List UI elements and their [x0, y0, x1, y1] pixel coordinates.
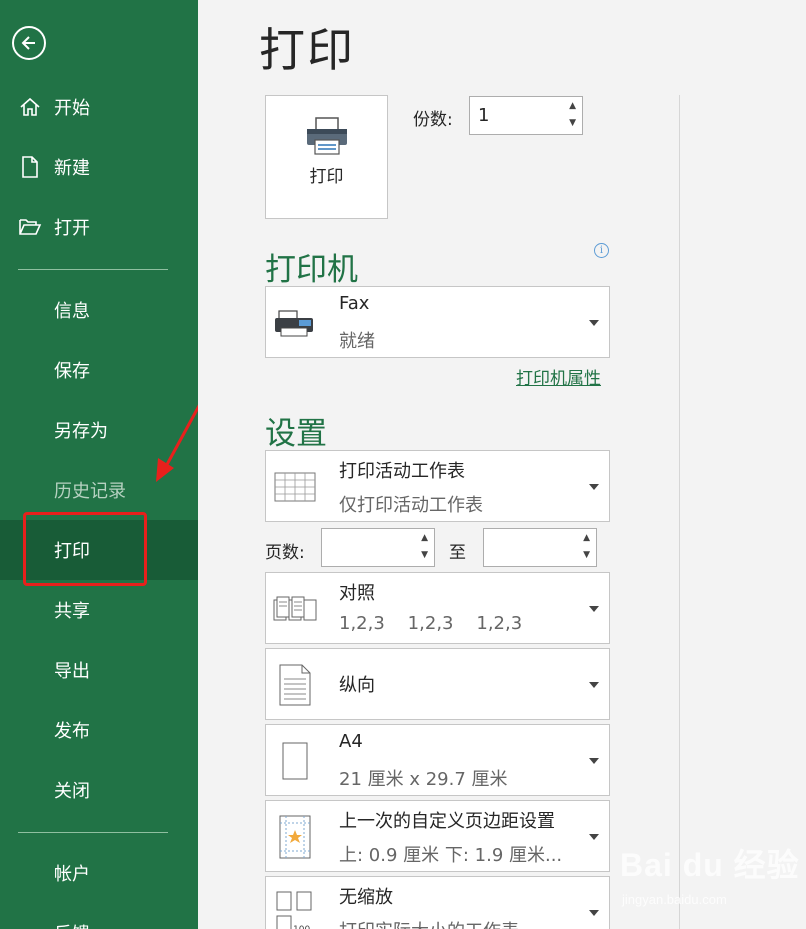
sidebar-divider [18, 832, 168, 833]
baidu-watermark-url: jingyan.baidu.com [622, 892, 727, 907]
to-label: 至 [449, 543, 466, 563]
worksheet-grid-icon [273, 465, 317, 509]
chevron-down-icon [589, 834, 599, 840]
portrait-page-icon [273, 661, 317, 709]
copies-label: 份数: [413, 110, 453, 130]
print-button-label: 打印 [309, 167, 344, 187]
no-scaling-icon: 100 [273, 889, 317, 929]
sidebar-item-home[interactable]: 开始 [0, 77, 198, 137]
home-icon [18, 95, 42, 119]
print-what-dropdown[interactable]: 打印活动工作表 仅打印活动工作表 [265, 450, 610, 522]
svg-text:100: 100 [293, 925, 310, 929]
print-button[interactable]: 打印 [265, 95, 388, 219]
margins-desc: 上: 0.9 厘米 下: 1.9 厘米... [339, 845, 563, 866]
collate-pages-icon [273, 589, 317, 629]
chevron-down-icon [589, 910, 599, 916]
printer-icon [306, 117, 347, 155]
pages-label: 页数: [265, 543, 305, 563]
scaling-dropdown[interactable]: 100 无缩放 打印实际大小的工作表 [265, 876, 610, 929]
new-doc-icon [18, 155, 42, 179]
orientation-title: 纵向 [339, 675, 375, 696]
info-icon[interactable]: i [594, 243, 609, 258]
printer-properties-link[interactable]: 打印机属性 [516, 364, 601, 389]
paper-size-desc: 21 厘米 x 29.7 厘米 [339, 769, 508, 790]
print-what-title: 打印活动工作表 [339, 461, 465, 482]
settings-heading: 设置 [265, 416, 327, 452]
sidebar-item-feedback[interactable]: 反馈 [0, 903, 198, 929]
spin-down-icon[interactable]: ▼ [569, 118, 576, 128]
chevron-down-icon [589, 758, 599, 764]
custom-margins-icon [273, 813, 317, 861]
sidebar-item-share[interactable]: 共享 [0, 580, 198, 640]
print-what-desc: 仅打印活动工作表 [339, 495, 483, 516]
sidebar-item-close[interactable]: 关闭 [0, 760, 198, 820]
annotation-highlight-box [23, 512, 147, 586]
copies-stepper[interactable]: 1 ▲ ▼ [469, 96, 583, 135]
print-panel: 打印 打印 份数: 1 ▲ ▼ 打印机 i Fax 就绪 打印机属性 设置 打印… [198, 0, 806, 929]
collate-desc: 1,2,3 1,2,3 1,2,3 [339, 613, 523, 634]
margins-title: 上一次的自定义页边距设置 [339, 811, 555, 832]
fax-printer-icon [273, 301, 317, 345]
printer-heading: 打印机 [265, 252, 358, 288]
chevron-down-icon [589, 682, 599, 688]
paper-size-icon [273, 739, 317, 783]
paper-size-title: A4 [339, 731, 363, 752]
collate-title: 对照 [339, 583, 375, 604]
spin-down-icon[interactable]: ▼ [583, 550, 590, 560]
page-title: 打印 [259, 23, 355, 77]
preview-divider [679, 95, 680, 929]
scaling-title: 无缩放 [339, 887, 393, 908]
chevron-down-icon [589, 606, 599, 612]
chevron-down-icon [589, 320, 599, 326]
copies-value: 1 [478, 105, 490, 126]
back-arrow-icon [21, 36, 35, 50]
sidebar-item-open[interactable]: 打开 [0, 197, 198, 257]
folder-open-icon [18, 215, 42, 239]
collate-dropdown[interactable]: 对照 1,2,3 1,2,3 1,2,3 [265, 572, 610, 644]
pages-from-stepper[interactable]: ▲ ▼ [321, 528, 435, 567]
scaling-desc: 打印实际大小的工作表 [339, 917, 519, 929]
chevron-down-icon [589, 484, 599, 490]
printer-dropdown[interactable]: Fax 就绪 [265, 286, 610, 358]
sidebar-item-new[interactable]: 新建 [0, 137, 198, 197]
printer-status: 就绪 [339, 331, 375, 352]
back-button[interactable] [12, 26, 46, 60]
spin-down-icon[interactable]: ▼ [421, 550, 428, 560]
sidebar-item-account[interactable]: 帐户 [0, 843, 198, 903]
paper-size-dropdown[interactable]: A4 21 厘米 x 29.7 厘米 [265, 724, 610, 796]
spin-up-icon[interactable]: ▲ [569, 101, 576, 111]
spin-up-icon[interactable]: ▲ [583, 533, 590, 543]
baidu-watermark: Bai du 经验 [620, 847, 800, 883]
pages-to-stepper[interactable]: ▲ ▼ [483, 528, 597, 567]
sidebar-item-publish[interactable]: 发布 [0, 700, 198, 760]
sidebar-divider [18, 269, 168, 270]
orientation-dropdown[interactable]: 纵向 [265, 648, 610, 720]
printer-name: Fax [339, 293, 370, 314]
margins-dropdown[interactable]: 上一次的自定义页边距设置 上: 0.9 厘米 下: 1.9 厘米... [265, 800, 610, 872]
sidebar-item-export[interactable]: 导出 [0, 640, 198, 700]
sidebar-item-info[interactable]: 信息 [0, 280, 198, 340]
spin-up-icon[interactable]: ▲ [421, 533, 428, 543]
